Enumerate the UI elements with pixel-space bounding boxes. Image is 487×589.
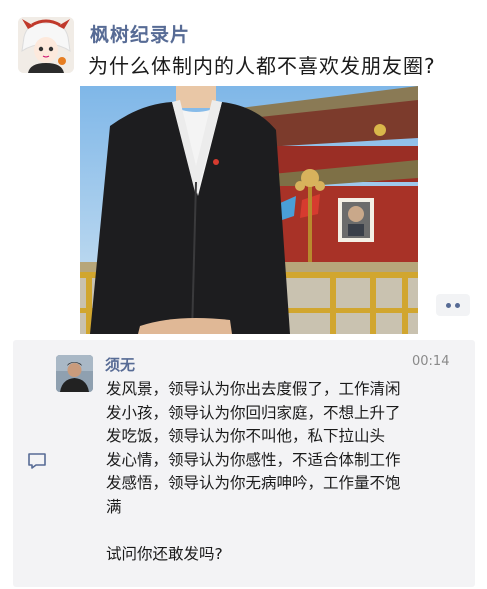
ellipsis-icon [455,302,460,308]
comment-line: 满 [106,497,122,516]
post-author-name[interactable]: 枫树纪录片 [90,20,190,47]
comment-line: 发感悟，领导认为你无病呻吟，工作量不饱 [106,474,401,492]
comment-line: 发吃饭，领导认为你不叫他，私下拉山头 [106,427,386,445]
comment-body: 发风景，领导认为你出去度假了，工作清闲 发小孩，领导认为你回归家庭，不想上升了 … [106,378,466,566]
commenter-avatar[interactable] [56,355,93,392]
commenter-name[interactable]: 须无 [105,354,135,375]
comment-line: 发小孩，领导认为你回归家庭，不想上升了 [106,403,401,422]
comment-question: 试问你还敢发吗? [106,544,223,563]
comment-spacer [106,519,466,543]
more-actions-button[interactable] [436,294,470,316]
comment-line: 发心情，领导认为你感性，不适合体制工作 [106,450,401,469]
author-avatar[interactable] [18,17,74,73]
moments-post: 枫树纪录片 为什么体制内的人都不喜欢发朋友圈? [0,0,487,338]
ellipsis-icon [446,302,451,308]
post-text: 为什么体制内的人都不喜欢发朋友圈? [88,54,436,78]
post-photo[interactable] [80,86,418,334]
comment-bubble-icon[interactable] [26,450,48,472]
comment-time: 00:14 [412,354,450,369]
comment-line: 发风景，领导认为你出去度假了，工作清闲 [106,380,401,398]
